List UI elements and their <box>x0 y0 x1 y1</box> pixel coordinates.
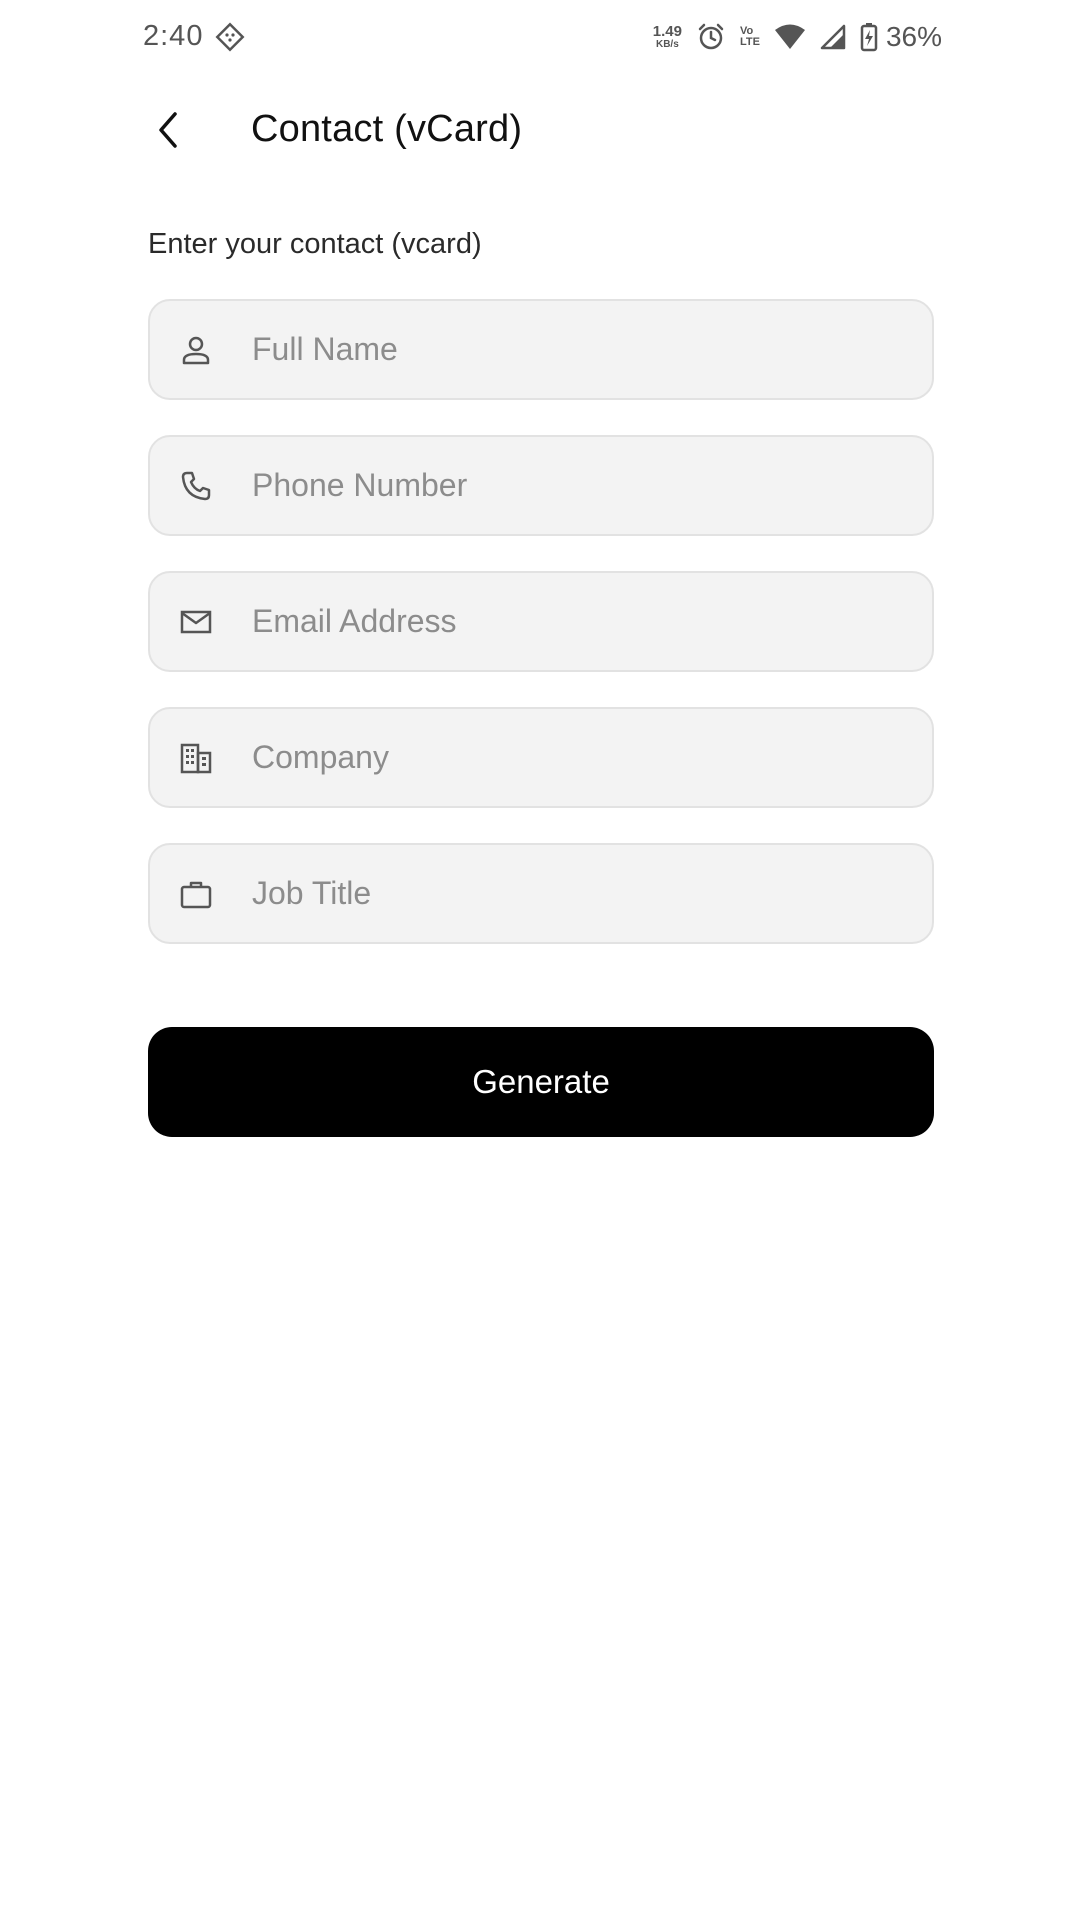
app-notification-icon <box>215 22 245 52</box>
generate-button[interactable]: Generate <box>148 1027 934 1137</box>
phone-number-input[interactable] <box>252 437 902 534</box>
phone-icon <box>178 468 214 504</box>
alarm-icon <box>696 22 726 52</box>
battery-charging-icon <box>860 22 878 52</box>
company-field[interactable] <box>148 707 934 808</box>
status-bar: 2:40 1.49 KB/s Vo LTE 36% <box>0 0 1080 74</box>
status-icons: 1.49 KB/s Vo LTE 36% <box>653 18 942 56</box>
wifi-icon <box>774 23 806 51</box>
back-button[interactable] <box>140 104 196 160</box>
full-name-field[interactable] <box>148 299 934 400</box>
email-address-field[interactable] <box>148 571 934 672</box>
building-icon <box>178 740 214 776</box>
app-header: Contact (vCard) <box>0 90 1080 174</box>
page-title: Contact (vCard) <box>251 108 523 150</box>
company-input[interactable] <box>252 709 902 806</box>
job-title-field[interactable] <box>148 843 934 944</box>
network-speed-value: 1.49 <box>652 23 682 40</box>
person-icon <box>178 332 214 368</box>
network-speed: 1.49 KB/s <box>653 24 682 50</box>
email-address-input[interactable] <box>252 573 902 670</box>
full-name-input[interactable] <box>252 301 902 398</box>
volte-indicator: Vo LTE <box>740 26 760 48</box>
battery-percent: 36% <box>885 21 942 52</box>
chevron-left-icon <box>153 110 183 155</box>
job-title-input[interactable] <box>252 845 902 942</box>
network-speed-unit: KB/s <box>655 39 679 50</box>
phone-number-field[interactable] <box>148 435 934 536</box>
mail-icon <box>178 604 214 640</box>
form-instructions: Enter your contact (vcard) <box>148 228 482 260</box>
status-time: 2:40 <box>143 20 204 52</box>
cell-signal-icon <box>820 24 846 50</box>
volte-bottom-label: LTE <box>739 36 760 48</box>
briefcase-icon <box>178 876 214 912</box>
